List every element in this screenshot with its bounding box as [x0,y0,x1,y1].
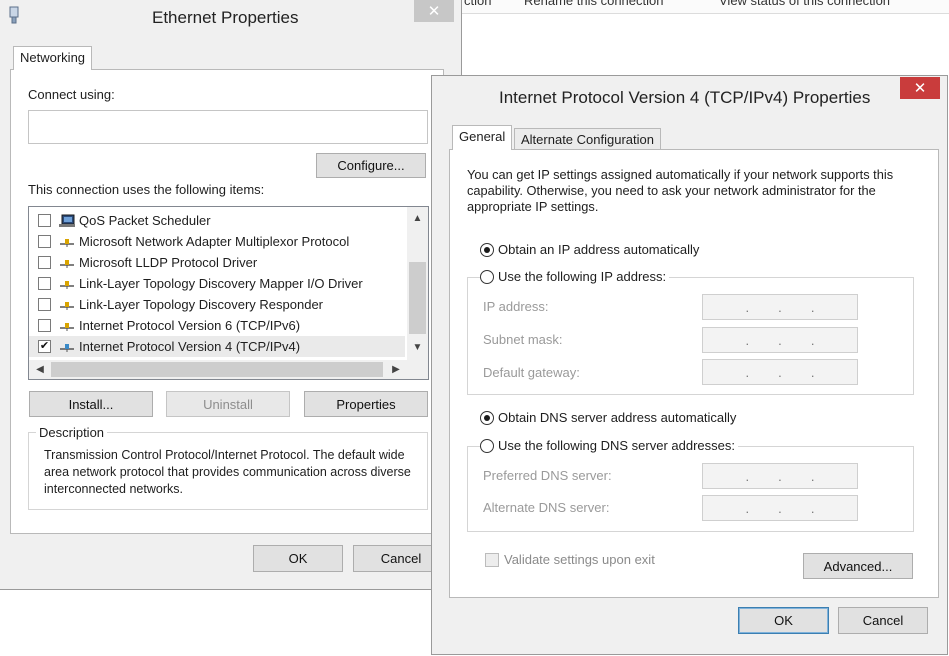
item-label: Internet Protocol Version 6 (TCP/IPv6) [79,318,301,333]
close-icon: ✕ [427,3,441,20]
description-legend: Description [36,425,108,440]
ethernet-properties-dialog: Ethernet Properties ✕ Networking Connect… [0,0,462,590]
radio-unselected[interactable] [480,269,494,284]
subnet-mask-field[interactable]: ... [702,327,858,353]
tab-networking[interactable]: Networking [13,46,93,70]
list-item[interactable]: QoS Packet Scheduler [29,210,405,231]
horizontal-scrollbar-thumb[interactable] [51,362,383,377]
ip-address-field[interactable]: ... [702,294,858,320]
horizontal-scrollbar[interactable]: ◀ ▶ [29,360,428,379]
uninstall-button[interactable]: Uninstall [166,391,290,417]
item-checkbox[interactable] [38,277,51,290]
item-checkbox-checked[interactable]: ✔ [38,340,51,353]
configure-button[interactable]: Configure... [316,153,426,178]
scroll-left-icon[interactable]: ◀ [31,360,49,379]
ipv4-properties-dialog: Internet Protocol Version 4 (TCP/IPv4) P… [431,75,948,655]
connection-items-list[interactable]: QoS Packet Scheduler Microsoft Network A… [28,206,429,380]
item-checkbox[interactable] [38,214,51,227]
checkmark-icon: ✔ [39,340,50,352]
ipv4-ok-button[interactable]: OK [738,607,829,634]
install-button[interactable]: Install... [29,391,153,417]
list-item[interactable]: Link-Layer Topology Discovery Mapper I/O… [29,273,405,294]
validate-settings-label: Validate settings upon exit [504,552,655,567]
item-label: Internet Protocol Version 4 (TCP/IPv4) [79,339,301,354]
vertical-scrollbar[interactable]: ▲ ▼ [407,207,428,360]
alternate-dns-label: Alternate DNS server: [483,500,610,515]
item-label: Link-Layer Topology Discovery Responder [79,297,323,312]
radio-unselected[interactable] [480,438,494,453]
properties-button[interactable]: Properties [304,391,428,417]
item-label: Microsoft Network Adapter Multiplexor Pr… [79,234,350,249]
item-label: QoS Packet Scheduler [79,213,211,228]
protocol-icon [60,343,74,352]
close-icon: ✕ [913,80,927,97]
protocol-icon [60,322,74,331]
list-item[interactable]: Microsoft Network Adapter Multiplexor Pr… [29,231,405,252]
explorer-command-bar: ction Rename this connection View status… [462,0,949,14]
validate-settings-option[interactable]: Validate settings upon exit [485,552,655,567]
list-item-selected[interactable]: ✔ Internet Protocol Version 4 (TCP/IPv4) [29,336,405,357]
validate-checkbox[interactable] [485,552,499,567]
scroll-down-icon[interactable]: ▼ [407,338,428,356]
list-item[interactable]: Link-Layer Topology Discovery Responder [29,294,405,315]
list-item[interactable]: Internet Protocol Version 6 (TCP/IPv6) [29,315,405,336]
items-list-viewport: QoS Packet Scheduler Microsoft Network A… [29,208,407,360]
items-list-label: This connection uses the following items… [28,182,265,197]
use-following-dns-label: Use the following DNS server addresses: [498,438,735,453]
ethernet-close-button[interactable]: ✕ [414,0,454,22]
ipv4-cancel-button[interactable]: Cancel [838,607,928,634]
item-label: Link-Layer Topology Discovery Mapper I/O… [79,276,363,291]
use-following-ip-label: Use the following IP address: [498,269,667,284]
ipv4-dialog-title: Internet Protocol Version 4 (TCP/IPv4) P… [499,88,871,107]
scroll-up-icon[interactable]: ▲ [407,209,428,227]
protocol-icon [60,301,74,310]
preferred-dns-field[interactable]: ... [702,463,858,489]
item-checkbox[interactable] [38,319,51,332]
subnet-mask-label: Subnet mask: [483,332,563,347]
obtain-ip-auto-option[interactable]: Obtain an IP address automatically [480,242,699,257]
preferred-dns-label: Preferred DNS server: [483,468,612,483]
scrollbar-thumb[interactable] [409,262,426,334]
obtain-ip-auto-label: Obtain an IP address automatically [498,242,700,257]
alternate-dns-field[interactable]: ... [702,495,858,521]
scroll-right-icon[interactable]: ▶ [387,360,405,379]
adapter-name-field[interactable] [28,110,428,144]
list-item[interactable]: Microsoft LLDP Protocol Driver [29,252,405,273]
ethernet-dialog-title: Ethernet Properties [152,8,299,27]
network-adapter-icon [9,6,19,24]
ethernet-ok-button[interactable]: OK [253,545,343,572]
protocol-icon [60,280,74,289]
radio-selected[interactable] [480,410,494,425]
ip-address-label: IP address: [483,299,549,314]
use-following-dns-option[interactable]: Use the following DNS server addresses: [480,438,738,453]
item-checkbox[interactable] [38,235,51,248]
command-view-status[interactable]: View status of this connection [719,0,890,8]
description-text: Transmission Control Protocol/Internet P… [44,448,411,496]
obtain-dns-auto-label: Obtain DNS server address automatically [498,410,737,425]
use-following-ip-option[interactable]: Use the following IP address: [480,269,670,284]
advanced-button[interactable]: Advanced... [803,553,913,579]
radio-selected[interactable] [480,242,494,257]
intro-text: You can get IP settings assigned automat… [467,167,894,214]
ipv4-close-button[interactable]: ✕ [900,77,940,99]
protocol-icon [60,259,74,268]
tab-general[interactable]: General [452,125,513,150]
command-rename-connection[interactable]: Rename this connection [524,0,663,8]
default-gateway-field[interactable]: ... [702,359,858,385]
tab-alternate-configuration[interactable]: Alternate Configuration [514,128,661,150]
command-partial[interactable]: ction [464,0,491,8]
network-monitor-icon [59,214,75,227]
default-gateway-label: Default gateway: [483,365,580,380]
connect-using-label: Connect using: [28,87,115,102]
protocol-icon [60,238,74,247]
item-label: Microsoft LLDP Protocol Driver [79,255,258,270]
item-checkbox[interactable] [38,298,51,311]
item-checkbox[interactable] [38,256,51,269]
obtain-dns-auto-option[interactable]: Obtain DNS server address automatically [480,410,736,425]
